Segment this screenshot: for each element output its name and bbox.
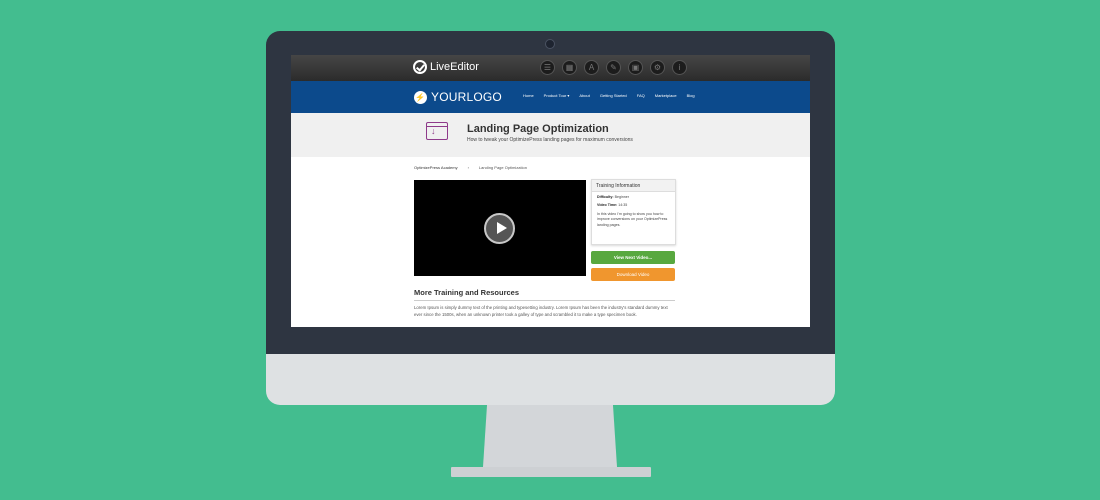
breadcrumb-current: Landing Page Optimization <box>478 165 527 170</box>
nav-item-marketplace[interactable]: Marketplace <box>655 93 677 98</box>
difficulty-value: Beginner <box>614 195 629 199</box>
more-training-text: Lorem Ipsum is simply dummy text of the … <box>414 305 668 317</box>
settings-icon[interactable]: ⚙ <box>650 60 665 75</box>
play-icon[interactable] <box>484 213 515 244</box>
nav-item-about[interactable]: About <box>579 93 589 98</box>
download-video-button[interactable]: Download Video <box>591 268 675 281</box>
difficulty-row: Difficulty: Beginner <box>597 195 670 200</box>
monitor-screen: LiveEditor ☰ ▦ A ✎ ▣ ⚙ i ⚡ YOURLOGO Home Produc… <box>291 55 810 327</box>
training-info-box: Training Information Difficulty: Beginne… <box>591 179 676 245</box>
more-training-heading: More Training and Resources <box>414 288 675 301</box>
text-icon[interactable]: A <box>584 60 599 75</box>
monitor-chin <box>266 354 835 405</box>
page-header: Landing Page Optimization How to tweak y… <box>291 113 810 157</box>
site-logo[interactable]: ⚡ YOURLOGO <box>414 90 502 104</box>
save-icon[interactable]: ▣ <box>628 60 643 75</box>
lightning-icon: ⚡ <box>414 90 427 104</box>
camera-icon <box>545 39 555 49</box>
nav-item-blog[interactable]: Blog <box>687 93 695 98</box>
nav-item-faq[interactable]: FAQ <box>637 93 645 98</box>
nav-item-home[interactable]: Home <box>523 93 534 98</box>
training-info-title: Training Information <box>592 180 675 192</box>
training-description: In this video I'm going to show you how … <box>597 211 668 227</box>
monitor-stand-neck <box>483 405 617 467</box>
nav-menu: Home Product Tour ▾ About Getting Started FA… <box>523 93 695 98</box>
video-player[interactable] <box>414 180 586 276</box>
page-title: Landing Page Optimization <box>467 123 609 135</box>
breadcrumb: OptimizePress Academy › Landing Page Opt… <box>414 165 527 170</box>
difficulty-label: Difficulty: <box>597 195 614 199</box>
info-icon[interactable]: i <box>672 60 687 75</box>
site-navigation: ⚡ YOURLOGO Home Product Tour ▾ About Gettin… <box>291 81 810 113</box>
video-time-row: Video Time: 14:35 <box>597 203 670 208</box>
site-logo-text: YOURLOGO <box>431 90 502 104</box>
breadcrumb-separator-icon: › <box>467 165 469 170</box>
page-subtitle: How to tweak your OptimizePress landing … <box>467 137 633 143</box>
video-time-label: Video Time: <box>597 203 618 208</box>
pencil-icon[interactable]: ✎ <box>606 60 621 75</box>
checkmark-icon <box>413 60 427 74</box>
list-icon[interactable]: ☰ <box>540 60 555 75</box>
view-next-video-button[interactable]: View Next Video... <box>591 251 675 264</box>
breadcrumb-home-link[interactable]: OptimizePress Academy <box>414 165 458 170</box>
nav-item-product-tour[interactable]: Product Tour ▾ <box>544 93 570 98</box>
nav-item-getting-started[interactable]: Getting Started <box>600 93 627 98</box>
live-editor-logo-text: LiveEditor <box>430 61 479 73</box>
live-editor-toolbar: LiveEditor ☰ ▦ A ✎ ▣ ⚙ i <box>291 55 810 81</box>
live-editor-logo: LiveEditor <box>413 60 479 74</box>
video-time-value: 14:35 <box>618 203 628 208</box>
monitor-stand-base <box>451 467 651 477</box>
editor-icon-group: ☰ ▦ A ✎ ▣ ⚙ i <box>540 60 687 75</box>
layout-icon[interactable]: ▦ <box>562 60 577 75</box>
download-page-icon <box>426 122 448 140</box>
